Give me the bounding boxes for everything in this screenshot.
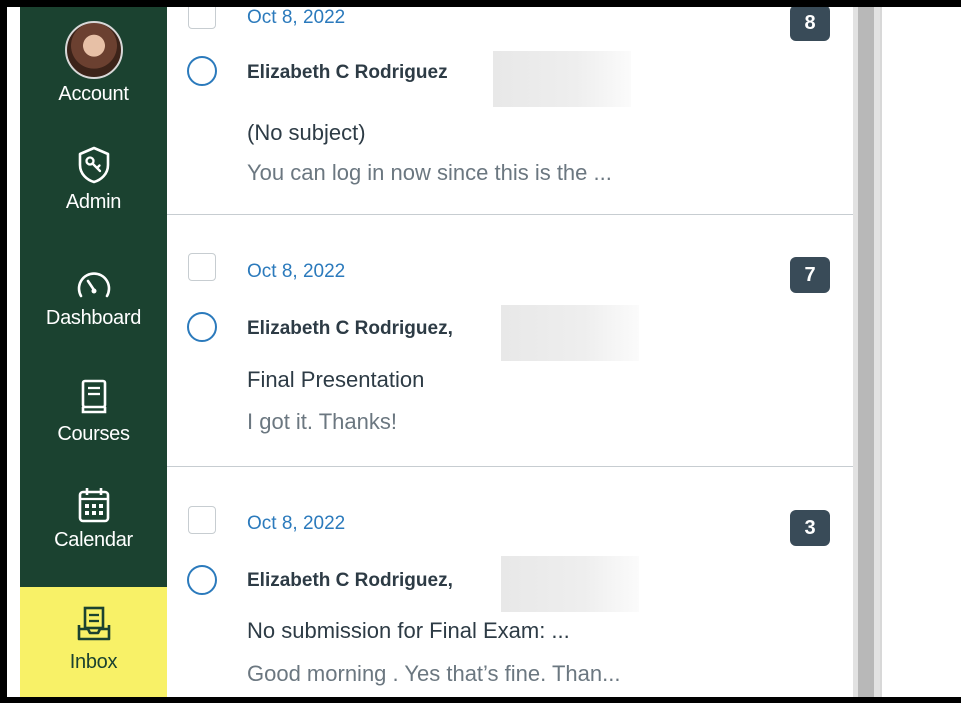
mark-read-toggle[interactable] bbox=[187, 565, 217, 595]
courses-book-icon bbox=[81, 379, 106, 414]
message-author: Elizabeth C Rodriguez bbox=[247, 62, 448, 83]
message-author: Elizabeth C Rodriguez, bbox=[247, 570, 453, 591]
message-date: Oct 8, 2022 bbox=[247, 513, 346, 534]
inbox-icon bbox=[77, 606, 110, 641]
nav-calendar-label: Calendar bbox=[54, 529, 133, 551]
nav-courses[interactable]: Courses bbox=[20, 377, 167, 477]
account-avatar bbox=[64, 21, 123, 79]
global-navigation: Account Admin Dashboard Courses Calendar… bbox=[20, 7, 167, 697]
message-preview: You can log in now since this is the ... bbox=[247, 160, 612, 185]
nav-dashboard[interactable]: Dashboard bbox=[20, 269, 167, 369]
dashboard-gauge-icon bbox=[77, 272, 110, 298]
nav-account-label: Account bbox=[58, 83, 129, 105]
redacted-recipient bbox=[501, 305, 639, 361]
mark-read-toggle[interactable] bbox=[187, 312, 217, 342]
message-date: Oct 8, 2022 bbox=[247, 7, 346, 28]
nav-account[interactable]: Account bbox=[20, 7, 167, 137]
screenshot-border-bottom bbox=[0, 697, 961, 703]
message-detail-pane bbox=[880, 7, 961, 697]
message-count-badge: 8 bbox=[790, 7, 830, 41]
nav-admin-label: Admin bbox=[65, 191, 122, 213]
admin-shield-icon bbox=[78, 146, 109, 184]
nav-calendar[interactable]: Calendar bbox=[20, 485, 167, 585]
message-preview: I got it. Thanks! bbox=[247, 409, 398, 434]
list-scrollbar-thumb[interactable] bbox=[858, 7, 874, 697]
screenshot-border-top bbox=[0, 0, 961, 7]
message-subject: No submission for Final Exam: ... bbox=[247, 618, 570, 643]
message-subject: Final Presentation bbox=[247, 367, 425, 392]
nav-courses-label: Courses bbox=[57, 423, 130, 445]
select-checkbox[interactable] bbox=[188, 506, 216, 534]
conversation-item[interactable]: Oct 8, 2022 7 Elizabeth C Rodriguez, Fin… bbox=[167, 215, 853, 467]
message-date: Oct 8, 2022 bbox=[247, 261, 346, 282]
select-checkbox[interactable] bbox=[188, 7, 216, 29]
nav-inbox[interactable]: Inbox bbox=[20, 587, 167, 697]
redacted-recipient bbox=[493, 51, 631, 107]
nav-inbox-label: Inbox bbox=[69, 651, 118, 673]
message-count-badge: 7 bbox=[790, 257, 830, 293]
conversation-list: Oct 8, 2022 8 Elizabeth C Rodriguez (No … bbox=[167, 7, 853, 697]
message-subject: (No subject) bbox=[247, 120, 366, 145]
message-count-badge: 3 bbox=[790, 510, 830, 546]
redacted-recipient bbox=[501, 556, 639, 612]
conversation-item[interactable]: Oct 8, 2022 3 Elizabeth C Rodriguez, No … bbox=[167, 468, 853, 697]
mark-read-toggle[interactable] bbox=[187, 56, 217, 86]
calendar-icon bbox=[78, 488, 109, 523]
conversation-item[interactable]: Oct 8, 2022 8 Elizabeth C Rodriguez (No … bbox=[167, 7, 853, 215]
message-preview: Good morning . Yes that’s fine. Than... bbox=[247, 661, 621, 686]
nav-admin[interactable]: Admin bbox=[20, 145, 167, 245]
nav-dashboard-label: Dashboard bbox=[45, 307, 142, 329]
select-checkbox[interactable] bbox=[188, 253, 216, 281]
message-author: Elizabeth C Rodriguez, bbox=[247, 318, 453, 339]
screenshot-border-left bbox=[0, 0, 7, 703]
